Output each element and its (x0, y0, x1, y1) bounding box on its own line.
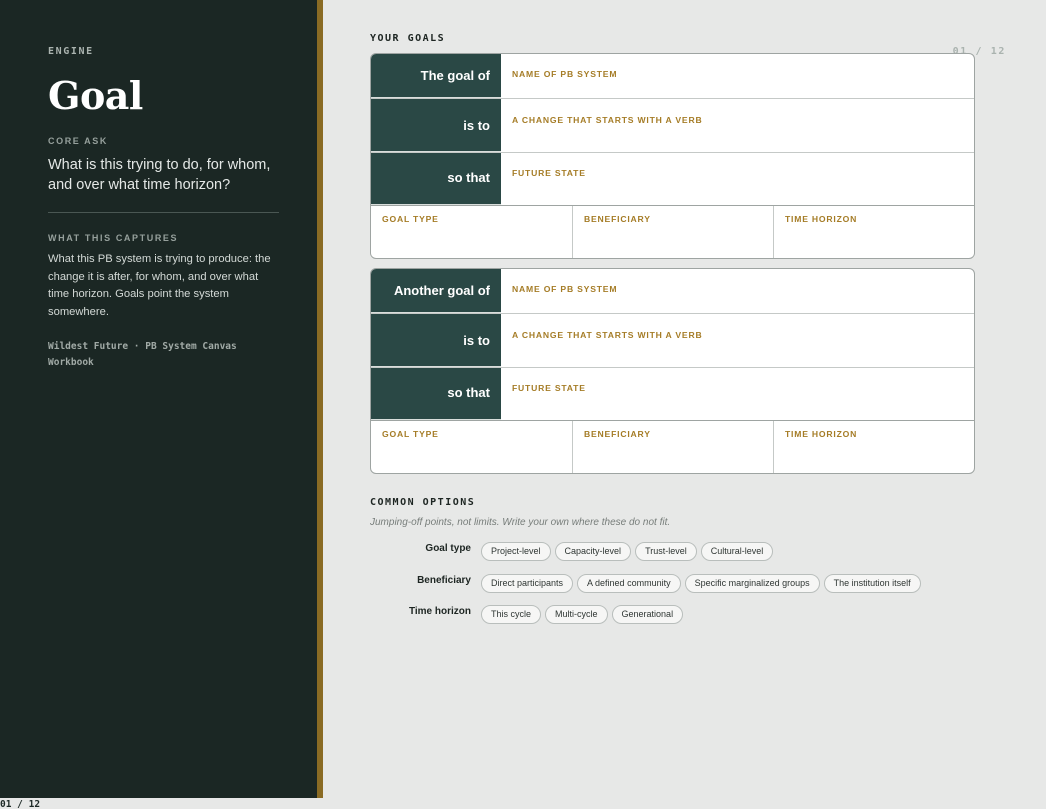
goal-row-label: so that (371, 368, 501, 420)
options-subtitle: Jumping-off points, not limits. Write yo… (370, 517, 671, 528)
option-chip[interactable]: Direct participants (481, 574, 574, 593)
change-field[interactable]: A CHANGE THAT STARTS WITH A VERB (501, 99, 974, 152)
goal-type-field[interactable]: GOAL TYPE (371, 421, 573, 473)
workbook-credit: Wildest Future · PB System Canvas Workbo… (48, 341, 237, 368)
sidebar (0, 0, 317, 798)
future-state-field[interactable]: FUTURE STATE (501, 153, 974, 205)
option-chip[interactable]: Generational (611, 605, 684, 624)
future-state-field[interactable]: FUTURE STATE (501, 368, 974, 420)
footer-page-number: 01 / 12 (0, 799, 41, 809)
goal-meta-row: GOAL TYPE BENEFICIARY TIME HORIZON (371, 206, 974, 258)
sidebar-divider (48, 212, 279, 213)
captures-text: What this PB system is trying to produce… (48, 253, 271, 318)
goal-type-field[interactable]: GOAL TYPE (371, 206, 573, 258)
goal-row-label: so that (371, 153, 501, 205)
core-ask-text: What is this trying to do, for whom, and… (48, 157, 271, 193)
goal-row-change: is to A CHANGE THAT STARTS WITH A VERB (371, 314, 974, 368)
goal-row-system: Another goal of NAME OF PB SYSTEM (371, 269, 974, 314)
goal-row-future: so that FUTURE STATE (371, 368, 974, 421)
options-row-goal-type: Goal type Project-level Capacity-level T… (370, 542, 777, 561)
core-ask-label: CORE ASK (48, 136, 108, 146)
goal-row-label: is to (371, 99, 501, 152)
goal-row-label: The goal of (371, 54, 501, 98)
goal-card: The goal of NAME OF PB SYSTEM is to A CH… (370, 53, 975, 259)
beneficiary-field[interactable]: BENEFICIARY (573, 206, 774, 258)
goal-row-label: Another goal of (371, 269, 501, 313)
option-chip[interactable]: Multi-cycle (545, 605, 608, 624)
goal-meta-row: GOAL TYPE BENEFICIARY TIME HORIZON (371, 421, 974, 473)
options-row-time-horizon: Time horizon This cycle Multi-cycle Gene… (370, 605, 687, 624)
option-chip[interactable]: This cycle (481, 605, 542, 624)
captures-label: WHAT THIS CAPTURES (48, 233, 179, 243)
page-title: Goal (48, 73, 143, 118)
option-chip[interactable]: Project-level (481, 542, 551, 561)
goal-row-change: is to A CHANGE THAT STARTS WITH A VERB (371, 99, 974, 153)
goals-heading: YOUR GOALS (370, 33, 446, 44)
option-chip[interactable]: Specific marginalized groups (684, 574, 820, 593)
goal-row-label: is to (371, 314, 501, 367)
options-row-beneficiary: Beneficiary Direct participants A define… (370, 574, 925, 593)
option-chip[interactable]: The institution itself (823, 574, 921, 593)
option-chip[interactable]: Capacity-level (554, 542, 632, 561)
section-label: ENGINE (48, 46, 94, 57)
beneficiary-field[interactable]: BENEFICIARY (573, 421, 774, 473)
options-row-label: Time horizon (408, 606, 471, 617)
options-row-label: Goal type (425, 543, 471, 554)
time-horizon-field[interactable]: TIME HORIZON (774, 421, 974, 473)
sidebar-accent-rule (317, 0, 323, 798)
system-name-field[interactable]: NAME OF PB SYSTEM (501, 269, 974, 313)
change-field[interactable]: A CHANGE THAT STARTS WITH A VERB (501, 314, 974, 367)
time-horizon-field[interactable]: TIME HORIZON (774, 206, 974, 258)
options-heading: COMMON OPTIONS (370, 497, 476, 508)
goal-row-future: so that FUTURE STATE (371, 153, 974, 206)
option-chip[interactable]: Trust-level (635, 542, 697, 561)
goal-card: Another goal of NAME OF PB SYSTEM is to … (370, 268, 975, 474)
system-name-field[interactable]: NAME OF PB SYSTEM (501, 54, 974, 98)
option-chip[interactable]: A defined community (577, 574, 681, 593)
options-row-label: Beneficiary (417, 575, 471, 586)
option-chip[interactable]: Cultural-level (700, 542, 774, 561)
goal-row-system: The goal of NAME OF PB SYSTEM (371, 54, 974, 99)
